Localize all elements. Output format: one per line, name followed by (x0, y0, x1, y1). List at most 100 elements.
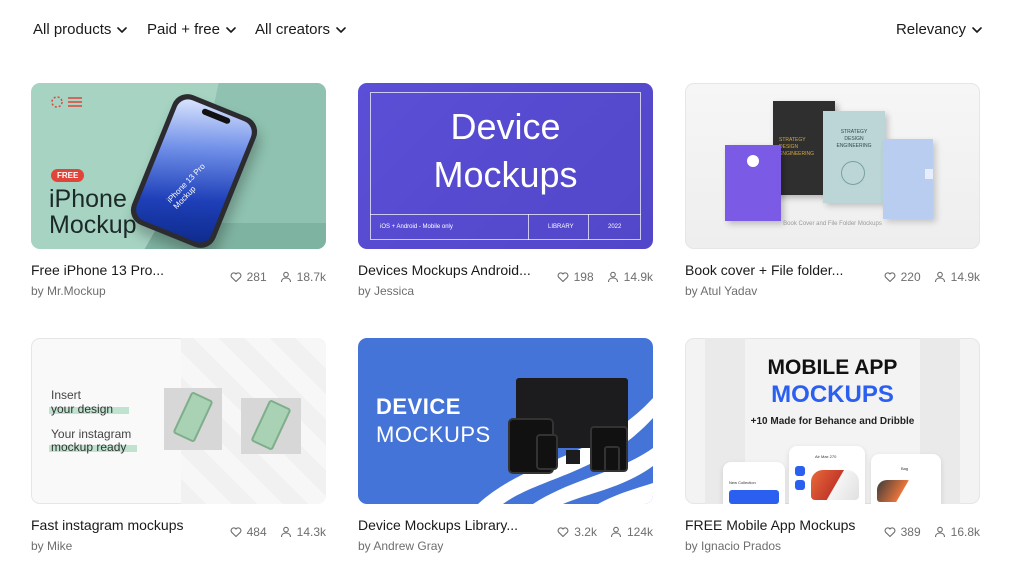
product-thumbnail[interactable]: FREE iPhone Mockup iPhone 13 Pro Mockup (31, 83, 326, 249)
user-icon (280, 526, 291, 538)
device-phone (604, 446, 620, 472)
filter-all-products[interactable]: All products (33, 21, 128, 38)
heart-icon (557, 527, 569, 538)
book-text: STRATEGY DESIGN ENGINEERING (779, 137, 815, 157)
likes-value: 484 (246, 525, 267, 539)
chevron-down-icon (972, 26, 982, 33)
product-title[interactable]: Free iPhone 13 Pro... (31, 262, 164, 278)
thumb-line: Insert (51, 388, 82, 402)
heart-icon (884, 272, 896, 283)
user-icon (610, 526, 622, 538)
likes-count[interactable]: 3.2k (557, 525, 597, 539)
product-thumbnail[interactable]: Device Mockups iOS + Android - Mobile on… (358, 83, 653, 249)
filter-pricing[interactable]: Paid + free (147, 21, 236, 38)
product-thumbnail[interactable]: STRATEGY DESIGN ENGINEERING STRATEGY DES… (685, 83, 980, 249)
thumb-footer-left: iOS + Android - Mobile only (380, 224, 453, 230)
views-count: 14.9k (607, 270, 653, 284)
product-title[interactable]: Fast instagram mockups (31, 517, 184, 533)
product-card: DEVICE MOCKUPS Device Mockups Library...… (358, 338, 653, 559)
thumb-headline: iPhone (49, 185, 127, 213)
product-title[interactable]: FREE Mobile App Mockups (685, 517, 855, 533)
free-badge: FREE (51, 169, 85, 182)
app-screen: New Collection (723, 462, 785, 504)
app-screen: Air Max 270 (789, 446, 865, 504)
thumb-subline: +10 Made for Behance and Dribble (750, 416, 915, 427)
phone-shape (250, 399, 292, 451)
book-illustration (841, 161, 865, 185)
screen-button (795, 466, 805, 476)
screen-text: iPhone 13 Pro Mockup (165, 161, 207, 211)
thumb-headline: Device (450, 106, 561, 147)
views-value: 14.3k (296, 525, 326, 539)
likes-value: 198 (573, 270, 594, 284)
thumb-footer-right: 2022 (608, 224, 622, 230)
book-emblem (747, 155, 759, 167)
product-author[interactable]: by Andrew Gray (358, 539, 443, 553)
product-author[interactable]: by Atul Yadav (685, 284, 757, 298)
likes-value: 389 (900, 525, 921, 539)
views-count: 16.8k (934, 525, 980, 539)
purple-book (725, 145, 781, 221)
likes-count[interactable]: 281 (230, 270, 267, 284)
likes-value: 281 (246, 270, 267, 284)
product-thumbnail[interactable]: Insert your design Your instagram mockup… (31, 338, 326, 504)
product-author[interactable]: by Mr.Mockup (31, 284, 106, 298)
footer-text: iOS + Android - Mobile only (380, 224, 453, 230)
heart-icon (557, 272, 569, 283)
screen-button (795, 480, 805, 490)
product-thumbnail[interactable]: MOBILE APP MOCKUPS +10 Made for Behance … (685, 338, 980, 504)
thumb-headline: MOBILE APP (767, 356, 898, 379)
product-title[interactable]: Devices Mockups Android... (358, 262, 531, 278)
thumb-headline: DEVICE (376, 394, 461, 419)
frame-divider (528, 214, 529, 240)
views-count: 14.3k (280, 525, 326, 539)
filter-label: All creators (255, 21, 331, 38)
brand-logo (51, 95, 85, 108)
product-author[interactable]: by Mike (31, 539, 72, 553)
thumb-headline: Mockup (49, 211, 137, 239)
book-text: STRATEGY DESIGN ENGINEERING (836, 129, 872, 149)
thumb-line: Your instagram (51, 427, 132, 441)
thumb-line: your design (51, 402, 114, 416)
screen-label: New Collection (729, 480, 756, 485)
thumb-footer-mid: LIBRARY (548, 224, 574, 230)
thumb-headline: Mockups (433, 154, 578, 195)
likes-count[interactable]: 484 (230, 525, 267, 539)
user-icon (934, 526, 945, 538)
frame-divider (588, 214, 589, 240)
user-icon (280, 271, 291, 283)
views-value: 14.9k (950, 270, 980, 284)
likes-count[interactable]: 389 (884, 525, 921, 539)
filter-label: All products (33, 21, 112, 38)
likes-value: 220 (900, 270, 921, 284)
app-screen: Bag (871, 454, 941, 504)
sneaker-image (811, 470, 859, 500)
filter-label: Paid + free (147, 21, 220, 38)
product-title[interactable]: Book cover + File folder... (685, 262, 843, 278)
product-card: STRATEGY DESIGN ENGINEERING STRATEGY DES… (685, 83, 980, 304)
teal-book: STRATEGY DESIGN ENGINEERING (823, 111, 885, 203)
folder-tab (925, 169, 933, 179)
sort-label: Relevancy (895, 21, 966, 38)
views-value: 16.8k (950, 525, 980, 539)
product-card: Insert your design Your instagram mockup… (31, 338, 326, 559)
chevron-down-icon (226, 26, 236, 33)
likes-count[interactable]: 198 (557, 270, 594, 284)
phone-tile (241, 398, 301, 454)
likes-count[interactable]: 220 (884, 270, 921, 284)
frame-divider (370, 214, 641, 215)
product-thumbnail[interactable]: DEVICE MOCKUPS (358, 338, 653, 504)
views-count: 14.9k (934, 270, 980, 284)
sneaker-image (877, 480, 917, 502)
views-value: 18.7k (296, 270, 326, 284)
sort-dropdown[interactable]: Relevancy (896, 21, 982, 38)
product-author[interactable]: by Jessica (358, 284, 414, 298)
monitor-stand (566, 450, 580, 464)
filter-all-creators[interactable]: All creators (255, 21, 346, 38)
product-card: FREE iPhone Mockup iPhone 13 Pro Mockup … (31, 83, 326, 304)
product-author[interactable]: by Ignacio Prados (685, 539, 781, 553)
product-title[interactable]: Device Mockups Library... (358, 517, 518, 533)
phone-tile (164, 388, 222, 450)
heart-icon (230, 272, 242, 283)
chevron-down-icon (336, 26, 346, 33)
